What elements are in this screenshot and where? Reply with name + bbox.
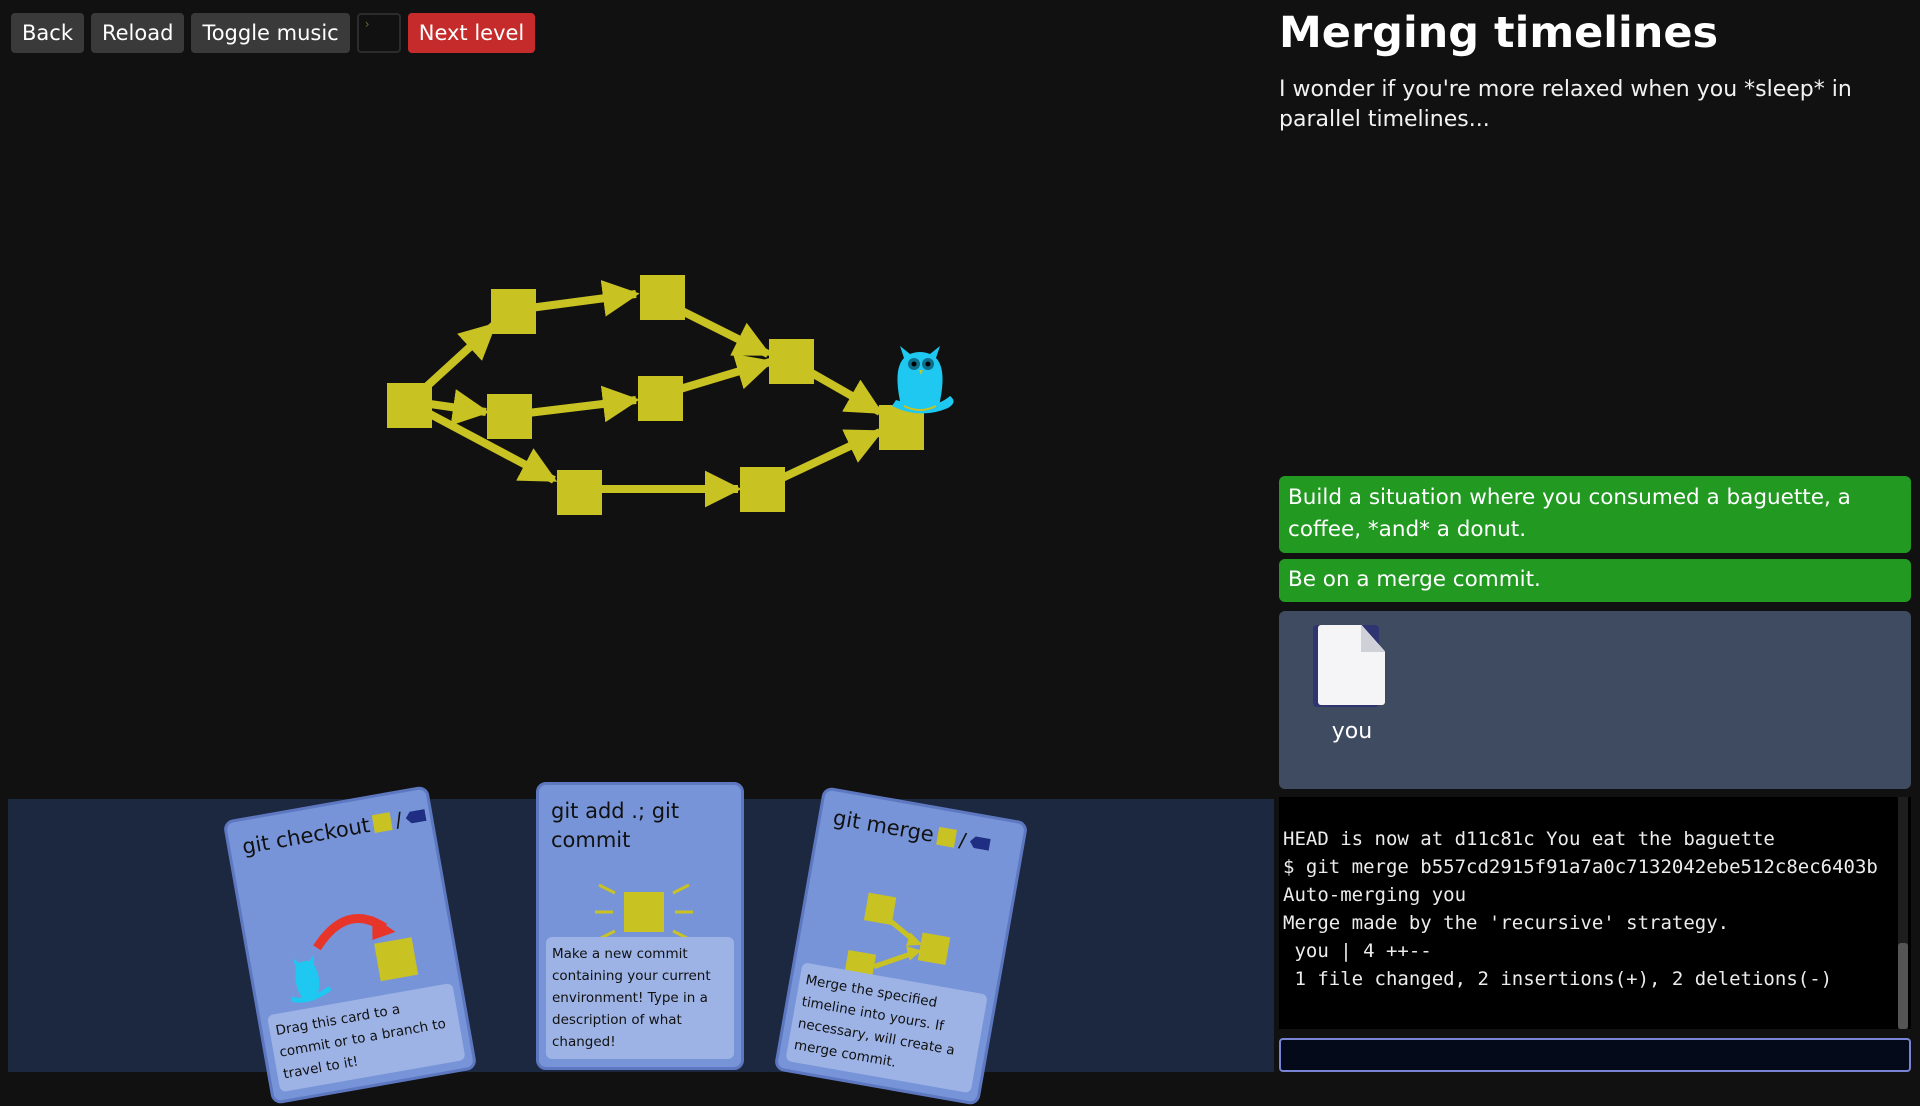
terminal-scrollbar[interactable] bbox=[1898, 797, 1908, 1029]
terminal-line: you | 4 ++-- bbox=[1283, 940, 1432, 962]
commit-edge bbox=[678, 306, 772, 358]
commit-node[interactable] bbox=[557, 470, 602, 515]
commit-chip-icon bbox=[371, 812, 393, 833]
terminal-output: HEAD is now at d11c81c You eat the bague… bbox=[1279, 797, 1911, 1029]
commit-node[interactable] bbox=[491, 289, 536, 334]
file-icon[interactable] bbox=[1313, 625, 1385, 709]
terminal-line: Merge made by the 'recursive' strategy. bbox=[1283, 912, 1730, 934]
checkout-art-icon bbox=[290, 914, 419, 1003]
commit-edge bbox=[422, 322, 497, 391]
card-title: git add .; git commit bbox=[551, 799, 680, 852]
level-description: I wonder if you're more relaxed when you… bbox=[1279, 77, 1852, 132]
commit-edge bbox=[429, 389, 490, 426]
terminal-line: 1 file changed, 2 insertions(+), 2 delet… bbox=[1283, 968, 1833, 990]
terminal-text: HEAD is now at d11c81c You eat the bague… bbox=[1283, 825, 1878, 993]
goal-complete: Be on a merge commit. bbox=[1279, 559, 1911, 602]
terminal-input[interactable] bbox=[1279, 1038, 1911, 1072]
card-description: Make a new commit containing your curren… bbox=[546, 937, 734, 1059]
commit-node[interactable] bbox=[387, 383, 432, 428]
branch-tag-icon bbox=[969, 835, 991, 850]
commit-edge bbox=[778, 428, 884, 483]
commit-edge bbox=[678, 353, 774, 393]
file-name: you bbox=[1331, 719, 1373, 744]
commit-edge bbox=[527, 385, 640, 423]
commit-node[interactable] bbox=[740, 467, 785, 512]
card-git-commit[interactable]: git add .; git commit Make a new commit … bbox=[536, 782, 744, 1070]
commit-edge bbox=[808, 368, 884, 416]
commit-node[interactable] bbox=[487, 394, 532, 439]
terminal-line: Auto-merging you bbox=[1283, 884, 1467, 906]
file-browser: you bbox=[1279, 611, 1911, 789]
goal-complete: Build a situation where you consumed a b… bbox=[1279, 476, 1911, 553]
commit-graph bbox=[387, 275, 954, 515]
commit-node[interactable] bbox=[769, 339, 814, 384]
scrollbar-thumb[interactable] bbox=[1898, 943, 1908, 1029]
owl-icon[interactable] bbox=[892, 346, 954, 414]
commit-chip-icon bbox=[936, 826, 957, 848]
level-title: Merging timelines bbox=[1279, 8, 1719, 58]
commit-node[interactable] bbox=[638, 376, 683, 421]
branch-tag-icon bbox=[405, 809, 427, 824]
terminal-line: HEAD is now at d11c81c You eat the bague… bbox=[1283, 828, 1775, 850]
commit-node[interactable] bbox=[640, 275, 685, 320]
terminal-line: $ git merge b557cd2915f91a7a0c7132042ebe… bbox=[1283, 856, 1878, 878]
commit-edge bbox=[529, 280, 640, 317]
